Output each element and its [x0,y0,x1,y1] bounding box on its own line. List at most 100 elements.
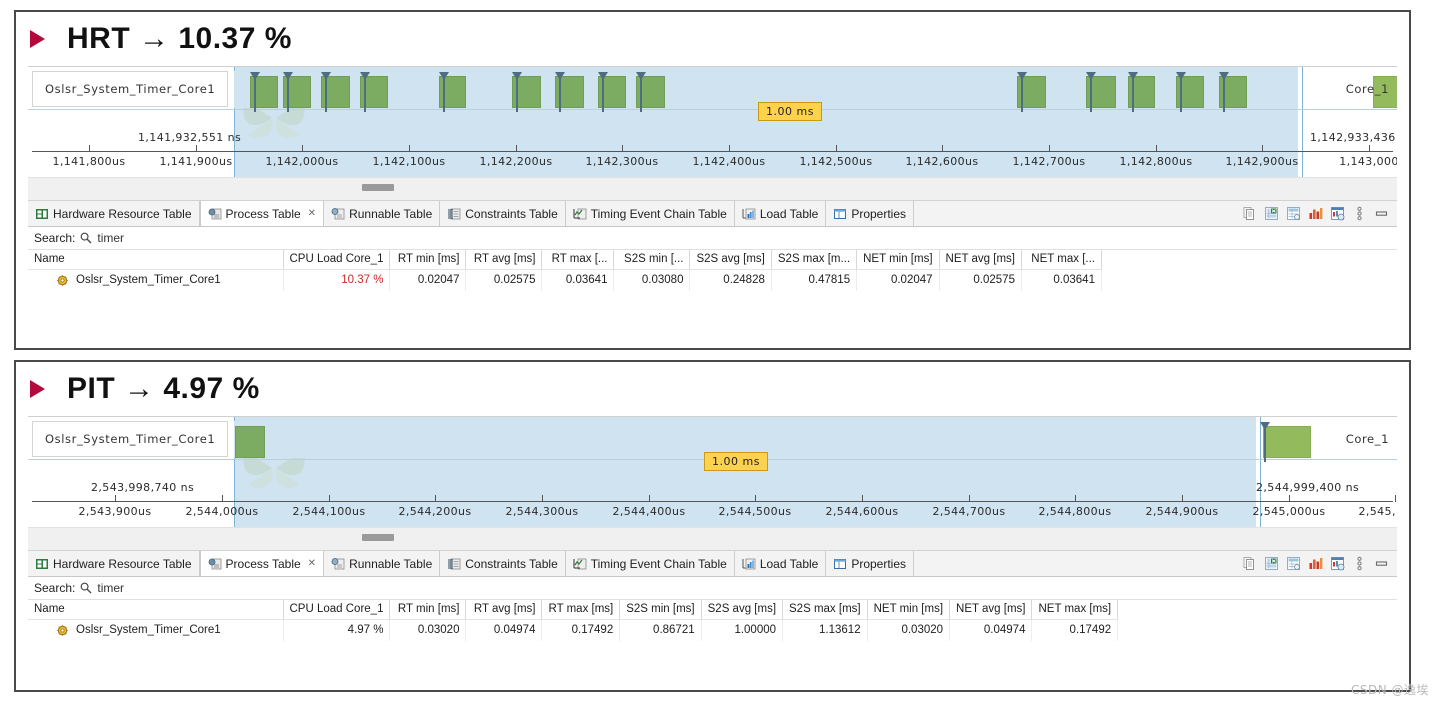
column-header[interactable]: S2S avg [ms] [689,250,772,270]
axis-tick-label: 2,544,900us [1145,505,1219,518]
table-row[interactable]: Oslsr_System_Timer_Core1 4.97 % 0.03020 … [28,619,1119,641]
view-menu-icon[interactable] [1352,206,1367,221]
tab-hardware-resource-table[interactable]: Hardware Resource Table [28,201,200,226]
tab-process-table[interactable]: Process Table ✕ [199,551,325,576]
trace-viewer-hrt[interactable]: Oslsr_System_Timer_Core1 Core_1 1.00 ms … [28,66,1397,177]
tab-close-icon[interactable]: ✕ [308,208,316,219]
event-marker-icon [250,72,260,112]
splitter-hrt[interactable] [28,177,1397,200]
column-header[interactable]: Name [28,250,284,270]
panel-pit: PIT → 4.97 % Oslsr_System_Timer_Core1 Co… [14,360,1411,692]
bar-chart-icon[interactable] [1308,206,1323,221]
column-header[interactable]: CPU Load Core_1 [283,250,391,270]
search-input[interactable]: timer [97,581,124,595]
column-header[interactable]: CPU Load Core_1 [283,600,391,620]
column-header[interactable]: NET avg [ms] [949,600,1033,620]
column-header[interactable]: S2S max [ms] [782,600,868,620]
s2s-min-cell: 0.03080 [613,269,691,291]
interval-tooltip: 1.00 ms [704,452,768,471]
axis-tick-label: 2,544,800us [1038,505,1112,518]
bar-chart-icon[interactable] [1308,556,1323,571]
cpu-load-cell: 4.97 % [283,619,391,641]
tab-constraints-table[interactable]: Constraints Table [440,551,566,576]
column-header[interactable]: S2S max [m... [771,250,858,270]
tab-process-table[interactable]: Process Table ✕ [199,201,325,226]
copy-icon[interactable] [1242,206,1257,221]
view-menu-icon[interactable] [1352,556,1367,571]
tab-load-table[interactable]: Load Table [735,551,827,576]
tab-label: Timing Event Chain Table [590,556,727,571]
row-name-cell[interactable]: Oslsr_System_Timer_Core1 [28,619,284,641]
splitter-grip[interactable] [362,534,394,541]
chart-settings-icon[interactable] [1330,206,1345,221]
tabstrip-hrt: Hardware Resource Table Process Table ✕ … [28,200,1397,227]
tab-runnable-table[interactable]: Runnable Table [324,551,441,576]
rt-max-cell: 0.03641 [541,269,615,291]
minimize-icon[interactable] [1374,206,1389,221]
tab-properties[interactable]: Properties [826,551,915,576]
row-name-cell[interactable]: Oslsr_System_Timer_Core1 [28,269,284,291]
tabstrip-pit: Hardware Resource Table Process Table ✕ … [28,550,1397,577]
left-edge-timestamp: 1,141,932,551 ns [138,131,242,144]
event-marker-icon [360,72,370,112]
load-table-icon [742,208,756,219]
tab-constraints-table[interactable]: Constraints Table [440,201,566,226]
tab-label: Process Table [225,206,301,221]
column-header[interactable]: RT min [ms] [389,250,467,270]
splitter-pit[interactable] [28,527,1397,550]
tab-runnable-table[interactable]: Runnable Table [324,201,441,226]
tab-timing-event-chain-table[interactable]: Timing Event Chain Table [566,551,735,576]
trace-viewer-pit[interactable]: Oslsr_System_Timer_Core1 Core_1 1.00 ms … [28,416,1397,527]
tab-properties[interactable]: Properties [826,201,915,226]
constraints-table-icon [448,208,461,219]
column-header[interactable]: Name [28,600,284,620]
time-axis [32,151,1393,152]
column-header[interactable]: NET min [ms] [867,600,951,620]
tab-label: Load Table [759,556,819,571]
column-header[interactable]: NET min [ms] [856,250,940,270]
table-row[interactable]: Oslsr_System_Timer_Core1 10.37 % 0.02047… [28,269,1102,291]
export-table-icon[interactable] [1286,206,1301,221]
tab-hardware-resource-table[interactable]: Hardware Resource Table [28,551,200,576]
axis-tick-label: 1,142,400us [692,155,766,168]
axis-tick-label: 2,544,200us [398,505,472,518]
time-axis [32,501,1393,502]
column-header[interactable]: S2S avg [ms] [701,600,784,620]
column-header[interactable]: S2S min [... [613,250,691,270]
table-toolbar-pit [1242,551,1397,576]
left-edge-timestamp: 2,543,998,740 ns [91,481,195,494]
tab-close-icon[interactable]: ✕ [308,558,316,569]
tabstrip-filler [914,551,1242,576]
event-marker-icon [439,72,449,112]
task-block[interactable] [235,426,265,458]
tab-timing-event-chain-table[interactable]: Timing Event Chain Table [566,201,735,226]
tab-label: Hardware Resource Table [53,206,192,221]
task-block[interactable] [1263,426,1311,458]
export-table-icon[interactable] [1286,556,1301,571]
column-header[interactable]: RT avg [ms] [465,600,543,620]
column-header[interactable]: RT max [... [541,250,615,270]
s2s-max-cell: 0.47815 [771,269,858,291]
axis-tick-label: 1,142,900us [1225,155,1299,168]
net-max-cell: 0.17492 [1031,619,1119,641]
column-header[interactable]: NET max [ms] [1031,600,1119,620]
export-excel-icon[interactable] [1264,556,1279,571]
column-header[interactable]: NET max [... [1021,250,1102,270]
row-name-label: Oslsr_System_Timer_Core1 [76,274,221,286]
event-marker-icon [636,72,646,112]
column-header[interactable]: NET avg [ms] [939,250,1022,270]
s2s-min-cell: 0.86721 [619,619,702,641]
search-input[interactable]: timer [97,231,124,245]
splitter-grip[interactable] [362,184,394,191]
column-header[interactable]: S2S min [ms] [619,600,702,620]
process-gear-icon [57,275,68,286]
export-excel-icon[interactable] [1264,206,1279,221]
column-header[interactable]: RT avg [ms] [465,250,543,270]
chart-settings-icon[interactable] [1330,556,1345,571]
copy-icon[interactable] [1242,556,1257,571]
search-icon [80,582,92,594]
column-header[interactable]: RT max [ms] [541,600,621,620]
tab-load-table[interactable]: Load Table [735,201,827,226]
column-header[interactable]: RT min [ms] [389,600,467,620]
minimize-icon[interactable] [1374,556,1389,571]
